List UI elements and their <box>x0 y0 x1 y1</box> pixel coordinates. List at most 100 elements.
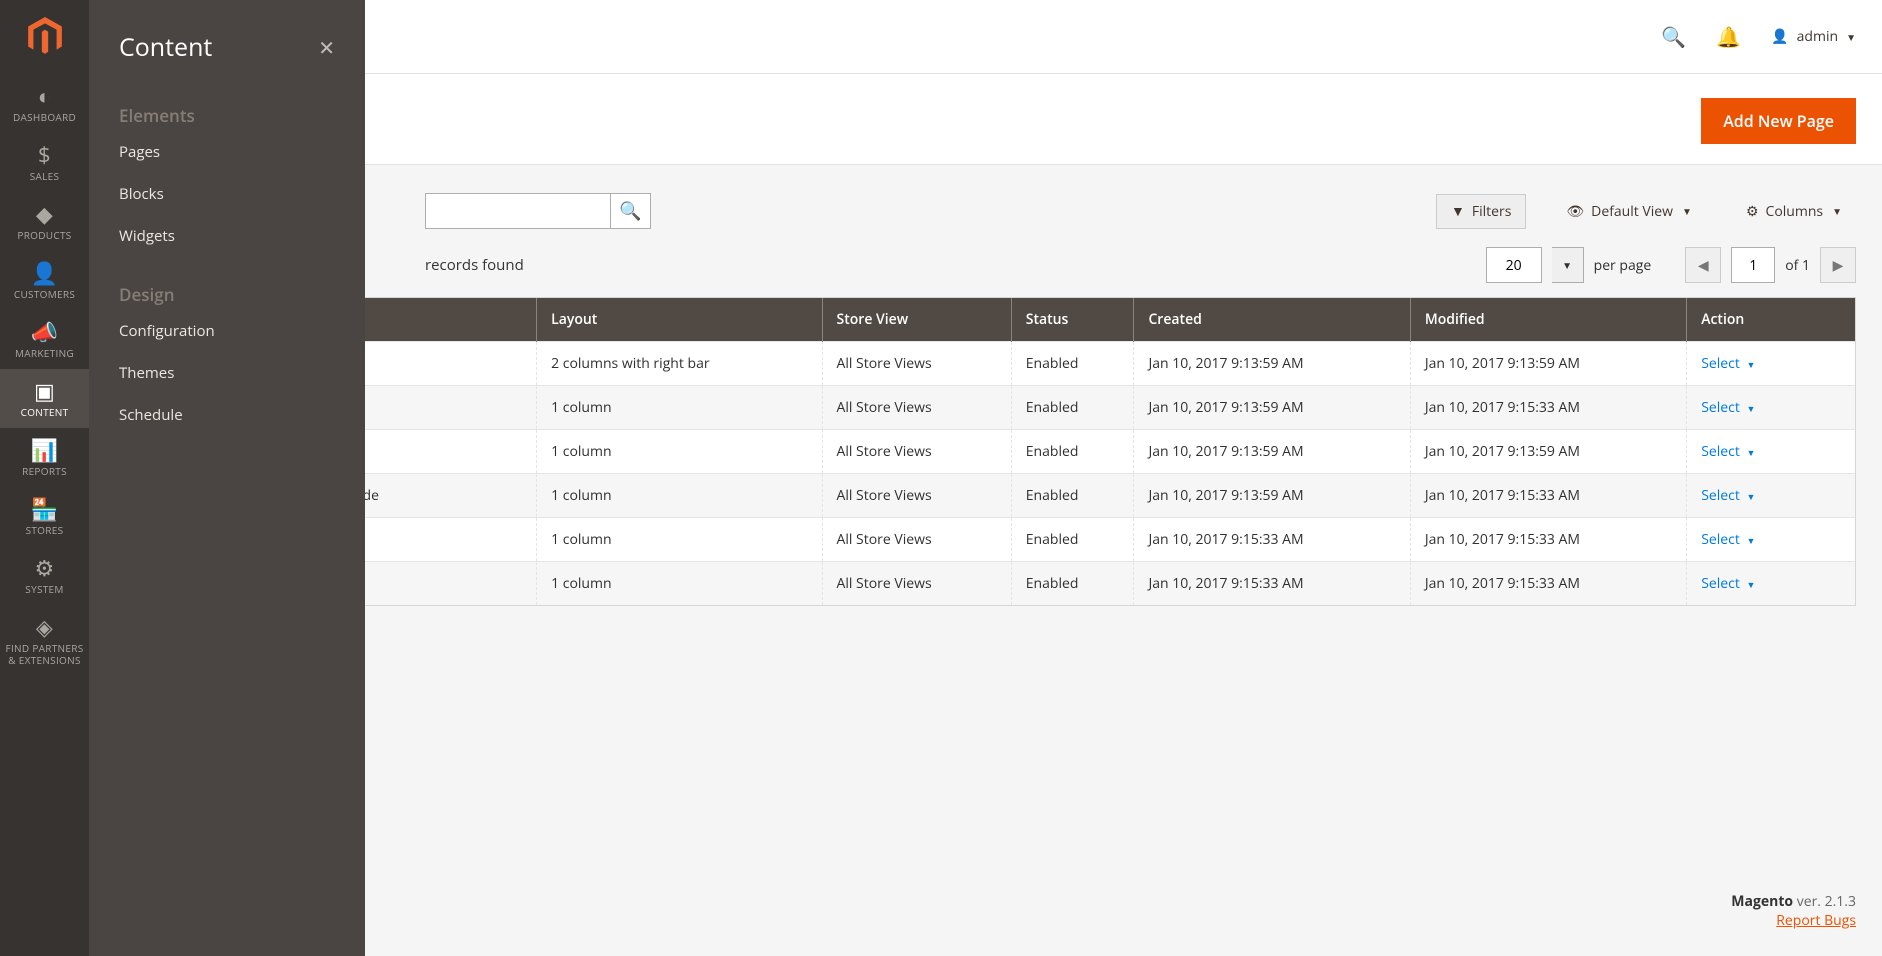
page-input[interactable] <box>1731 247 1775 283</box>
select-action[interactable]: Select ▼ <box>1701 530 1755 549</box>
search-button[interactable]: 🔍 <box>611 193 651 229</box>
cell-store-view: All Store Views <box>822 518 1011 562</box>
notifications-icon[interactable]: 🔔 <box>1716 23 1741 50</box>
nav-label: MARKETING <box>11 347 78 359</box>
cell-action: Select ▼ <box>1687 386 1855 430</box>
keyword-search-input[interactable] <box>425 193 611 229</box>
nav-item-marketing[interactable]: 📣MARKETING <box>0 310 89 369</box>
cell-action: Select ▼ <box>1687 342 1855 386</box>
nav-item-dashboard[interactable]: ◐DASHBOARD <box>0 74 89 133</box>
cell-store-view: All Store Views <box>822 474 1011 518</box>
cell-status: Enabled <box>1011 342 1134 386</box>
select-action[interactable]: Select ▼ <box>1701 486 1755 505</box>
chevron-down-icon: ▼ <box>1562 258 1572 272</box>
nav-label: PRODUCTS <box>13 229 75 241</box>
flyout-link-pages[interactable]: Pages <box>89 131 365 173</box>
nav-item-stores[interactable]: 🏪STORES <box>0 487 89 546</box>
chevron-down-icon: ▼ <box>1747 578 1756 591</box>
table-row[interactable]: no-route2 columns with right barAll Stor… <box>116 342 1855 386</box>
flyout-link-themes[interactable]: Themes <box>89 352 365 394</box>
filters-button[interactable]: ▼ Filters <box>1436 194 1526 229</box>
chevron-down-icon: ▼ <box>1832 204 1842 218</box>
search-icon: 🔍 <box>619 199 641 223</box>
nav-label: CUSTOMERS <box>10 288 79 300</box>
nav-item-products[interactable]: ◆PRODUCTS <box>0 192 89 251</box>
col-action[interactable]: Action <box>1687 298 1855 342</box>
cell-modified: Jan 10, 2017 9:15:33 AM <box>1410 386 1686 430</box>
add-new-page-button[interactable]: Add New Page <box>1701 98 1856 144</box>
footer-version: ver. 2.1.3 <box>1793 892 1856 911</box>
nav-icon: ◈ <box>36 614 53 640</box>
select-action[interactable]: Select ▼ <box>1701 442 1755 461</box>
nav-item-content[interactable]: ▣ CONTENT <box>0 369 89 428</box>
flyout-link-widgets[interactable]: Widgets <box>89 215 365 257</box>
cell-status: Enabled <box>1011 474 1134 518</box>
cell-layout: 1 column <box>537 386 822 430</box>
default-view-button[interactable]: 👁 Default View ▼ <box>1552 195 1706 228</box>
nav-icon: ▣ <box>34 378 55 404</box>
next-page-button[interactable]: ▶ <box>1820 247 1856 283</box>
nav-item-sales[interactable]: $SALES <box>0 133 89 192</box>
cell-created: Jan 10, 2017 9:13:59 AM <box>1134 474 1410 518</box>
default-view-label: Default View <box>1591 202 1673 221</box>
cell-modified: Jan 10, 2017 9:13:59 AM <box>1410 430 1686 474</box>
page-of-label: of 1 <box>1785 256 1810 275</box>
data-grid: URL Key Layout Store View Status Created… <box>115 297 1856 606</box>
cell-created: Jan 10, 2017 9:15:33 AM <box>1134 562 1410 606</box>
cell-store-view: All Store Views <box>822 386 1011 430</box>
content-flyout: Content ✕ ElementsPagesBlocksWidgetsDesi… <box>89 0 365 956</box>
search-icon[interactable]: 🔍 <box>1661 23 1686 50</box>
chevron-down-icon: ▼ <box>1846 30 1856 44</box>
nav-label: SYSTEM <box>21 583 67 595</box>
select-action[interactable]: Select ▼ <box>1701 354 1755 373</box>
table-row[interactable]: customer-service1 columnAll Store ViewsE… <box>116 562 1855 606</box>
chevron-down-icon: ▼ <box>1747 490 1756 503</box>
funnel-icon: ▼ <box>1451 202 1465 221</box>
table-row[interactable]: privacy-policy-cookie-restriction-mode1 … <box>116 474 1855 518</box>
cell-created: Jan 10, 2017 9:13:59 AM <box>1134 342 1410 386</box>
col-layout[interactable]: Layout <box>537 298 822 342</box>
columns-label: Columns <box>1766 202 1824 221</box>
user-icon: 👤 <box>1771 27 1788 46</box>
col-modified[interactable]: Modified <box>1410 298 1686 342</box>
nav-label: CONTENT <box>17 406 73 418</box>
close-icon[interactable]: ✕ <box>318 34 335 61</box>
cell-status: Enabled <box>1011 430 1134 474</box>
table-row[interactable]: about-us1 columnAll Store ViewsEnabledJa… <box>116 518 1855 562</box>
col-store-view[interactable]: Store View <box>822 298 1011 342</box>
select-action[interactable]: Select ▼ <box>1701 398 1755 417</box>
columns-button[interactable]: ⚙ Columns ▼ <box>1732 195 1856 228</box>
eye-icon: 👁 <box>1566 202 1584 221</box>
flyout-section-heading: Design <box>89 257 365 310</box>
flyout-section-heading: Elements <box>89 78 365 131</box>
flyout-link-schedule[interactable]: Schedule <box>89 394 365 436</box>
magento-logo[interactable] <box>0 0 89 74</box>
nav-item-customers[interactable]: 👤CUSTOMERS <box>0 251 89 310</box>
nav-item-system[interactable]: ⚙SYSTEM <box>0 546 89 605</box>
table-row[interactable]: enable-cookies1 columnAll Store ViewsEna… <box>116 430 1855 474</box>
cell-store-view: All Store Views <box>822 562 1011 606</box>
col-created[interactable]: Created <box>1134 298 1410 342</box>
per-page-label: per page <box>1594 256 1652 275</box>
nav-label: FIND PARTNERS & EXTENSIONS <box>0 642 89 666</box>
nav-item-find-partners-extensions[interactable]: ◈FIND PARTNERS & EXTENSIONS <box>0 605 89 676</box>
cell-modified: Jan 10, 2017 9:15:33 AM <box>1410 474 1686 518</box>
flyout-link-configuration[interactable]: Configuration <box>89 310 365 352</box>
flyout-link-blocks[interactable]: Blocks <box>89 173 365 215</box>
gear-icon: ⚙ <box>1746 202 1759 221</box>
per-page-input[interactable] <box>1486 247 1542 283</box>
cell-status: Enabled <box>1011 386 1134 430</box>
cell-layout: 1 column <box>537 562 822 606</box>
cell-created: Jan 10, 2017 9:15:33 AM <box>1134 518 1410 562</box>
cell-action: Select ▼ <box>1687 430 1855 474</box>
col-status[interactable]: Status <box>1011 298 1134 342</box>
table-row[interactable]: home1 columnAll Store ViewsEnabledJan 10… <box>116 386 1855 430</box>
nav-item-reports[interactable]: 📊REPORTS <box>0 428 89 487</box>
prev-page-button[interactable]: ◀ <box>1685 247 1721 283</box>
cell-layout: 2 columns with right bar <box>537 342 822 386</box>
footer-brand: Magento <box>1731 892 1793 911</box>
per-page-dropdown[interactable]: ▼ <box>1552 247 1584 283</box>
report-bugs-link[interactable]: Report Bugs <box>1776 911 1856 930</box>
select-action[interactable]: Select ▼ <box>1701 574 1755 593</box>
admin-menu[interactable]: 👤 admin ▼ <box>1771 27 1856 46</box>
